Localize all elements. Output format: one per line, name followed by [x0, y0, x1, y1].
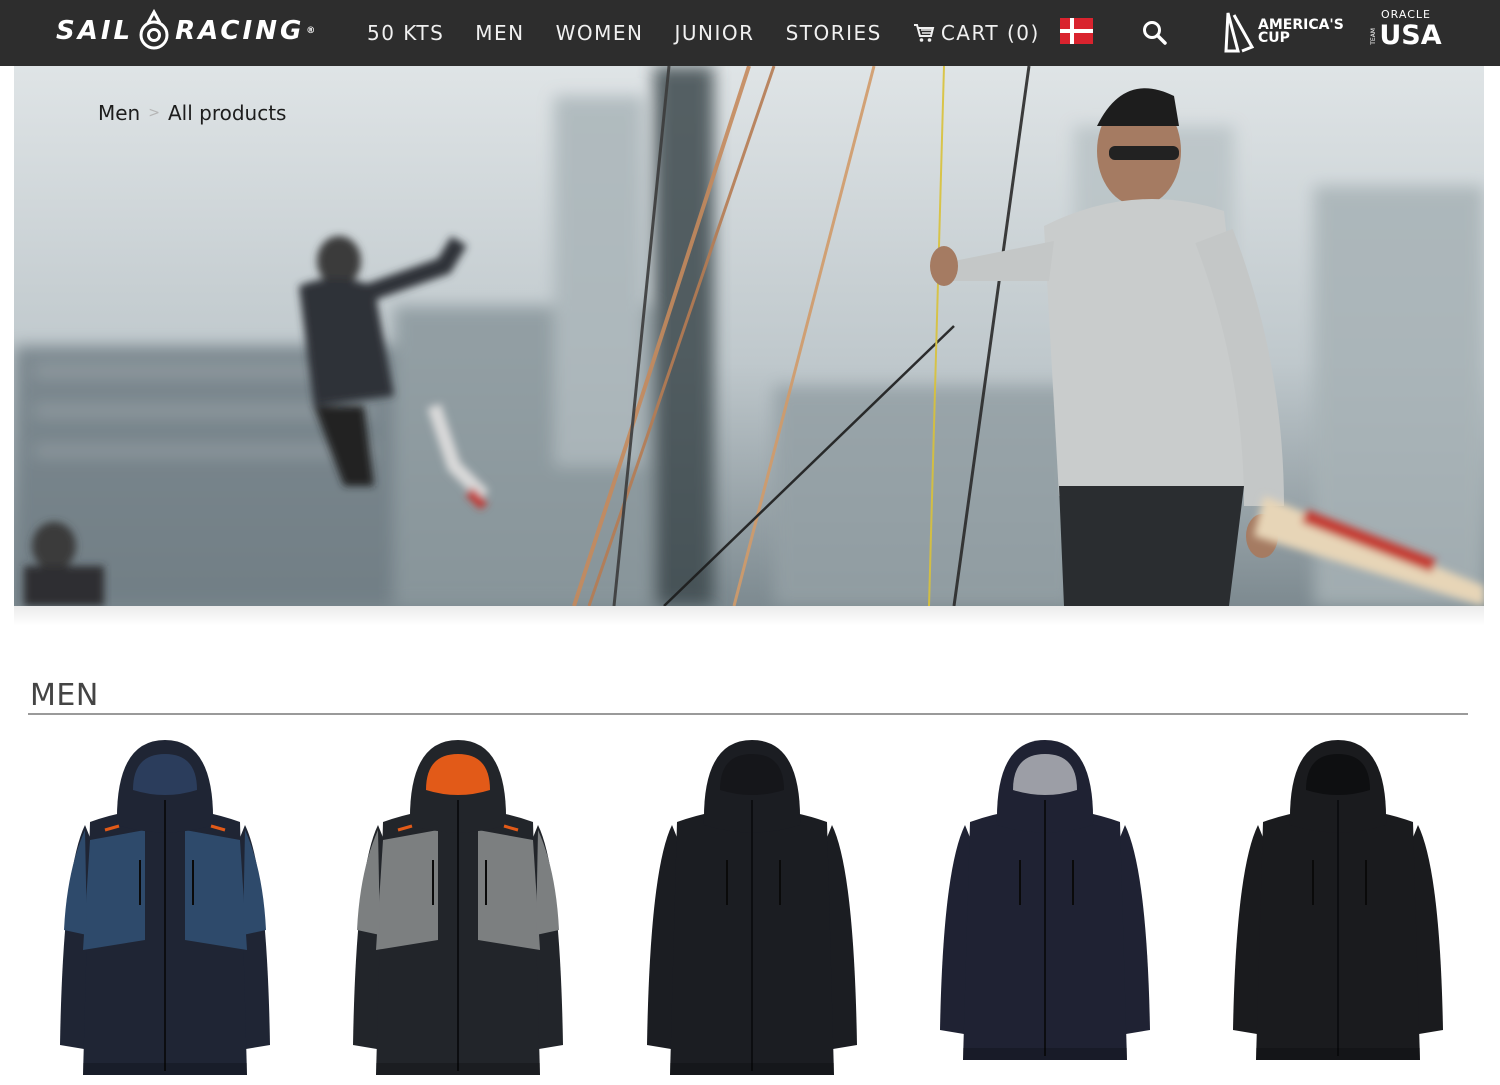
usa-text: USA	[1379, 20, 1442, 51]
product-card[interactable]	[925, 730, 1165, 1085]
oracle-team-usa-logo[interactable]: ORACLE TEAM USA	[1368, 8, 1444, 58]
jacket-right-sleeve-panel	[536, 830, 559, 935]
logo-text-racing: RACING	[175, 16, 305, 46]
breadcrumb: Men > All products	[98, 101, 286, 125]
jacket-left-panel	[376, 830, 438, 950]
sail-racing-emblem-icon	[139, 9, 169, 50]
jacket-hem	[1256, 1048, 1420, 1060]
cart-link[interactable]: CART (0)	[913, 21, 1040, 45]
navy-blue-parka-image	[60, 740, 270, 1075]
americas-cup-emblem-icon	[1224, 12, 1255, 53]
black-parka-image	[647, 740, 857, 1075]
americas-cup-text: AMERICA'S CUP	[1258, 18, 1344, 46]
nav-item-50-kts[interactable]: 50 KTS	[367, 21, 444, 45]
jacket-left-sleeve-panel	[64, 830, 87, 935]
black-down-jacket-image	[1233, 740, 1443, 1060]
americas-cup-logo[interactable]: AMERICA'S CUP	[1222, 10, 1344, 54]
denmark-flag-icon[interactable]	[1060, 18, 1093, 44]
cart-label: CART (0)	[940, 21, 1040, 45]
breadcrumb-separator: >	[148, 105, 160, 121]
navy-down-jacket-image	[940, 740, 1150, 1060]
sail-racing-logo[interactable]: SAIL RACING ®	[56, 8, 318, 54]
main-menu: 50 KTS MEN WOMEN JUNIOR STORIES CART (0)	[367, 0, 1071, 66]
top-navigation-bar: SAIL RACING ® 50 KTS MEN WOMEN JUNIOR ST…	[0, 0, 1500, 66]
registered-mark: ®	[306, 26, 319, 36]
search-icon[interactable]	[1141, 19, 1169, 47]
jacket-left-sleeve-panel	[357, 830, 380, 935]
jacket-left-panel	[83, 830, 145, 950]
section-title: MEN	[30, 678, 99, 713]
team-text: TEAM	[1370, 27, 1378, 45]
product-card[interactable]	[338, 730, 578, 1085]
section-divider	[28, 713, 1468, 715]
hero-shadow	[14, 606, 1484, 626]
jacket-right-sleeve-panel	[243, 830, 266, 935]
nav-item-stories[interactable]: STORIES	[786, 21, 882, 45]
americas-cup-line2: CUP	[1258, 30, 1290, 46]
hero-banner-image	[14, 66, 1484, 606]
nav-item-junior[interactable]: JUNIOR	[675, 21, 755, 45]
jacket-right-panel	[478, 830, 540, 950]
team-usa-block: TEAM USA	[1368, 22, 1444, 50]
nav-item-men[interactable]: MEN	[475, 21, 524, 45]
grey-orange-parka-image	[353, 740, 563, 1075]
nav-item-women[interactable]: WOMEN	[556, 21, 644, 45]
jacket-right-panel	[185, 830, 247, 950]
jacket-hem	[83, 1063, 247, 1075]
shopping-cart-icon	[913, 24, 935, 42]
product-card[interactable]	[1218, 730, 1458, 1085]
product-grid	[0, 730, 1500, 1085]
product-card[interactable]	[45, 730, 285, 1085]
breadcrumb-men[interactable]: Men	[98, 101, 140, 125]
jacket-hem	[376, 1063, 540, 1075]
product-card[interactable]	[632, 730, 872, 1085]
breadcrumb-all-products[interactable]: All products	[168, 101, 287, 125]
jacket-hem	[670, 1063, 834, 1075]
jacket-hem	[963, 1048, 1127, 1060]
hero-sailing-photo	[14, 66, 1484, 606]
logo-text-sail: SAIL	[56, 16, 134, 46]
